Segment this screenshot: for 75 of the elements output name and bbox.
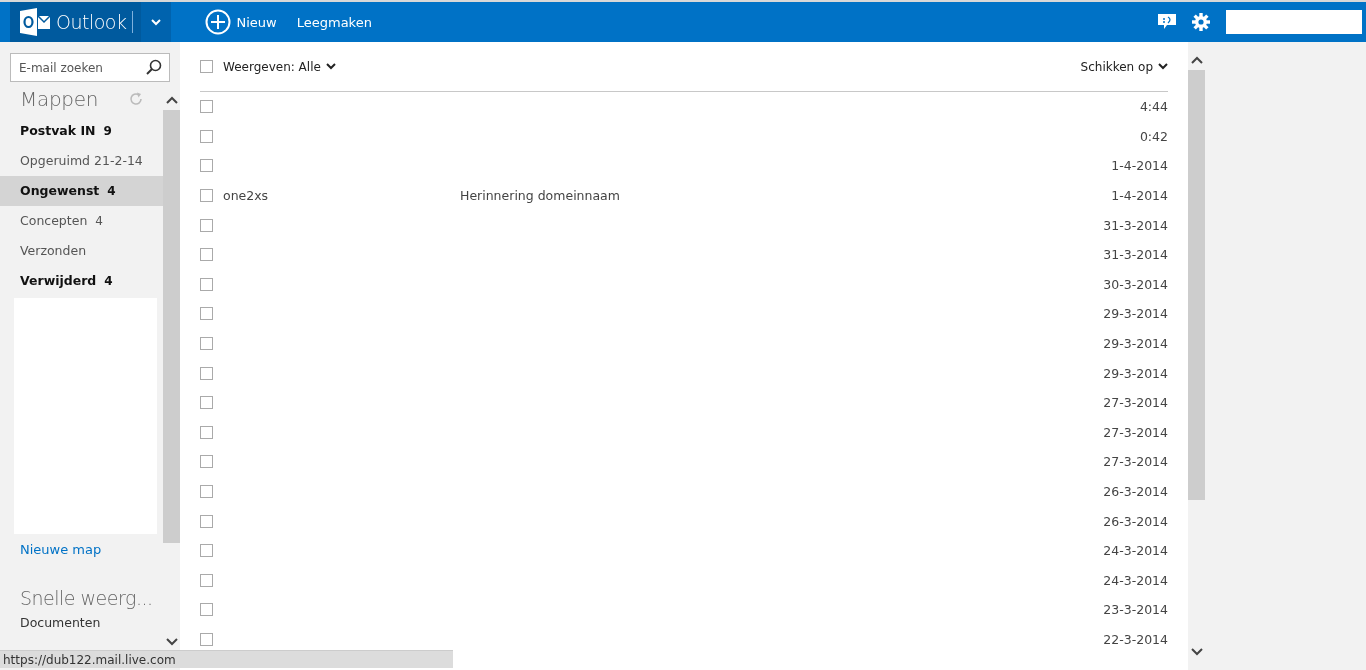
checkbox[interactable] — [200, 189, 213, 203]
folder-item[interactable]: Postvak IN 9 — [0, 116, 163, 146]
chevron-down-icon — [325, 63, 336, 70]
scroll-down-icon[interactable] — [165, 638, 178, 646]
date-text: 29-3-2014 — [1103, 365, 1168, 381]
date-text: 27-3-2014 — [1103, 454, 1168, 470]
checkbox[interactable] — [200, 100, 213, 114]
chevron-down-icon — [1158, 63, 1168, 70]
quick-view-item[interactable]: Documenten — [0, 615, 163, 630]
folder-item[interactable]: Verwijderd 4 — [0, 266, 163, 296]
date-text: 30-3-2014 — [1103, 276, 1168, 292]
mail-search-field[interactable]: E-mail zoeken — [10, 53, 170, 82]
date-text: 4:44 — [1139, 99, 1168, 115]
date-text: 1-4-2014 — [1111, 188, 1168, 204]
subject-text: Herinnering domeinnaam — [460, 188, 621, 204]
folder-item[interactable]: Ongewenst 4 — [0, 176, 163, 206]
empty-button[interactable]: Leegmaken — [296, 9, 372, 35]
date-text: 1-4-2014 — [1111, 158, 1168, 174]
checkbox[interactable] — [200, 633, 213, 646]
checkbox[interactable] — [200, 425, 213, 439]
checkbox[interactable] — [200, 337, 213, 351]
date-text: 23-3-2014 — [1103, 602, 1168, 618]
date-text: 31-3-2014 — [1103, 247, 1168, 263]
sender-text: one2xs — [223, 188, 270, 204]
checkbox[interactable] — [200, 485, 213, 498]
new-folder-link[interactable]: Nieuwe map — [0, 542, 163, 557]
scrollbar-thumb[interactable] — [163, 110, 180, 543]
checkbox[interactable] — [200, 60, 213, 73]
date-text: 31-3-2014 — [1103, 217, 1168, 233]
checkbox[interactable] — [200, 159, 213, 173]
folder-item[interactable]: Opgeruimd 21-2-14 — [0, 146, 163, 176]
checkbox[interactable] — [200, 544, 213, 558]
status-url: https://dub122.mail.live.com — [3, 652, 176, 667]
chat-icon[interactable] — [1158, 14, 1176, 30]
date-text: 27-3-2014 — [1103, 424, 1168, 440]
refresh-icon[interactable] — [129, 92, 143, 106]
scroll-up-icon[interactable] — [165, 96, 178, 104]
scroll-down-icon[interactable] — [1190, 648, 1203, 656]
checkbox[interactable] — [200, 129, 213, 143]
date-text: 22-3-2014 — [1103, 632, 1168, 647]
checkbox[interactable] — [200, 366, 213, 380]
checkbox[interactable] — [200, 573, 213, 587]
checkbox[interactable] — [200, 248, 213, 262]
scroll-up-icon[interactable] — [1190, 56, 1203, 64]
checkbox[interactable] — [200, 277, 213, 291]
checkbox[interactable] — [200, 396, 213, 410]
checkbox[interactable] — [200, 455, 213, 469]
search-field[interactable] — [1226, 10, 1362, 34]
chevron-down-icon — [151, 18, 162, 26]
checkbox[interactable] — [200, 603, 213, 617]
date-text: 24-3-2014 — [1103, 543, 1168, 559]
plus-circle-icon — [205, 9, 232, 35]
filter-dropdown[interactable]: Weergeven: Alle — [223, 59, 336, 74]
date-text: 27-3-2014 — [1103, 395, 1168, 411]
app-menu-button[interactable] — [141, 2, 172, 42]
new-button[interactable]: Nieuw — [205, 9, 277, 35]
folder-item[interactable]: Concepten 4 — [0, 206, 163, 236]
date-text: 29-3-2014 — [1103, 336, 1168, 352]
search-icon[interactable] — [146, 59, 162, 75]
outlook-logo-icon — [20, 7, 50, 37]
app-name: Outlook — [56, 11, 134, 33]
folders-heading: Mappen — [20, 87, 99, 111]
checkbox[interactable] — [200, 514, 213, 528]
checkbox[interactable] — [200, 218, 213, 232]
scrollbar-thumb[interactable] — [1188, 70, 1205, 500]
date-text: 29-3-2014 — [1103, 306, 1168, 322]
folder-item[interactable]: Verzonden — [0, 236, 163, 266]
quick-views-heading: Snelle weerg... — [19, 587, 154, 609]
date-text: 24-3-2014 — [1103, 572, 1168, 588]
settings-icon[interactable] — [1192, 13, 1210, 31]
sort-dropdown[interactable]: Schikken op — [1080, 59, 1168, 74]
checkbox[interactable] — [200, 307, 213, 321]
date-text: 26-3-2014 — [1103, 484, 1168, 499]
date-text: 0:42 — [1139, 128, 1168, 144]
date-text: 26-3-2014 — [1103, 513, 1168, 529]
